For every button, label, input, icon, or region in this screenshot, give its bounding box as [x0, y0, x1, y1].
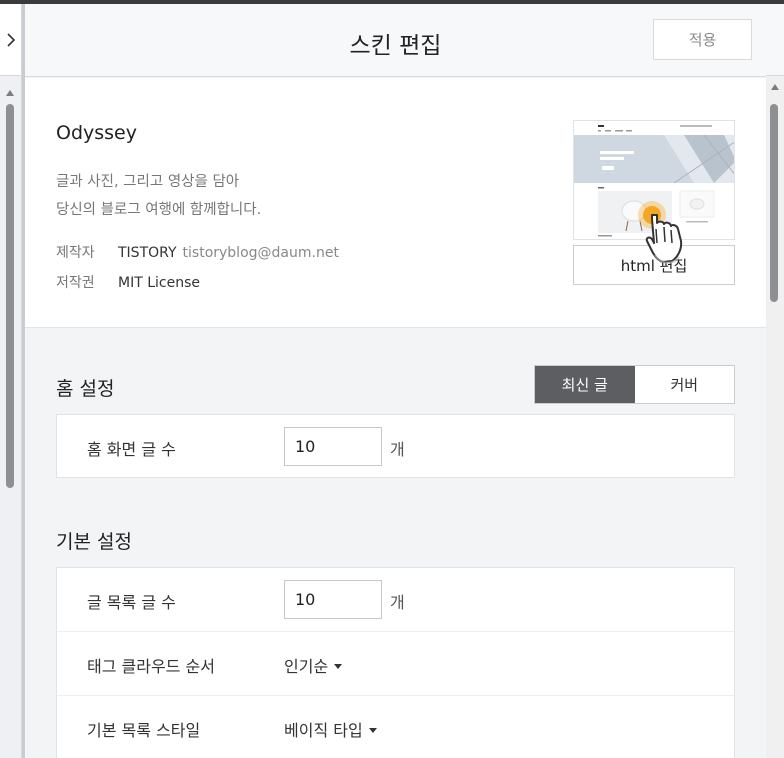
scroll-up-arrow-icon[interactable] [5, 88, 15, 98]
skin-description-line1: 글과 사진, 그리고 영상을 담아 [56, 174, 240, 190]
home-settings-card: 홈 화면 글 수 10 개 [56, 414, 735, 478]
license-key: 저작권 [56, 275, 95, 291]
home-post-count-unit: 개 [390, 440, 405, 459]
list-post-count-unit: 개 [390, 593, 405, 612]
list-post-count-row: 글 목록 글 수 10 개 [57, 568, 734, 631]
home-post-count-input[interactable]: 10 [284, 427, 382, 466]
list-style-value: 베이직 타입 [284, 721, 363, 740]
segment-latest-posts[interactable]: 최신 글 [535, 366, 635, 403]
tag-cloud-order-select[interactable]: 인기순 [284, 653, 343, 677]
segment-cover[interactable]: 커버 [635, 366, 735, 403]
scroll-up-arrow-icon[interactable] [770, 82, 780, 92]
maker-email: tistoryblog@daum.net [182, 245, 339, 261]
tag-cloud-order-label: 태그 클라우드 순서 [87, 657, 215, 676]
license-row: 저작권 MIT License [56, 272, 200, 292]
right-scrollbar[interactable] [766, 76, 784, 758]
tag-cloud-order-row: 태그 클라우드 순서 인기순 [57, 631, 734, 694]
expand-panel-button[interactable] [0, 4, 21, 76]
list-post-count-label: 글 목록 글 수 [87, 593, 176, 612]
maker-key: 제작자 [56, 245, 95, 261]
tag-cloud-order-value: 인기순 [284, 657, 329, 676]
chevron-right-icon [6, 32, 15, 47]
list-style-select[interactable]: 베이직 타입 [284, 717, 377, 741]
maker-row: 제작자 TISTORY tistoryblog@daum.net [56, 242, 339, 262]
home-post-count-label: 홈 화면 글 수 [87, 440, 176, 459]
skin-description-line2: 당신의 블로그 여행에 함께합니다. [56, 202, 262, 218]
caret-down-icon [368, 727, 377, 733]
list-style-row: 기본 목록 스타일 베이직 타입 [57, 695, 734, 758]
maker-value: TISTORY [118, 245, 177, 261]
panel-header: 스킨 편집 적용 [25, 4, 766, 77]
right-scrollbar-thumb[interactable] [770, 104, 778, 302]
basic-settings-card: 글 목록 글 수 10 개 태그 클라우드 순서 인기순 기본 목록 스타일 베… [56, 567, 735, 758]
home-settings-title: 홈 설정 [56, 378, 115, 400]
apply-button[interactable]: 적용 [653, 19, 752, 60]
skin-name: Odyssey [56, 122, 137, 144]
basic-settings-title: 기본 설정 [56, 531, 132, 553]
license-value: MIT License [118, 275, 200, 291]
home-mode-segmented-control: 최신 글 커버 [534, 365, 735, 404]
list-post-count-input[interactable]: 10 [284, 580, 382, 619]
home-post-count-row: 홈 화면 글 수 10 개 [57, 415, 734, 478]
header-right-filler [766, 4, 784, 76]
left-scrollbar-thumb[interactable] [6, 104, 14, 488]
list-style-label: 기본 목록 스타일 [87, 721, 201, 740]
caret-down-icon [334, 663, 343, 669]
skin-edit-panel: 스킨 편집 적용 Odyssey 글과 사진, 그리고 영상을 담아 당신의 블… [25, 4, 766, 758]
left-collapsed-panel [0, 4, 22, 758]
hand-pointer-icon [635, 199, 707, 269]
